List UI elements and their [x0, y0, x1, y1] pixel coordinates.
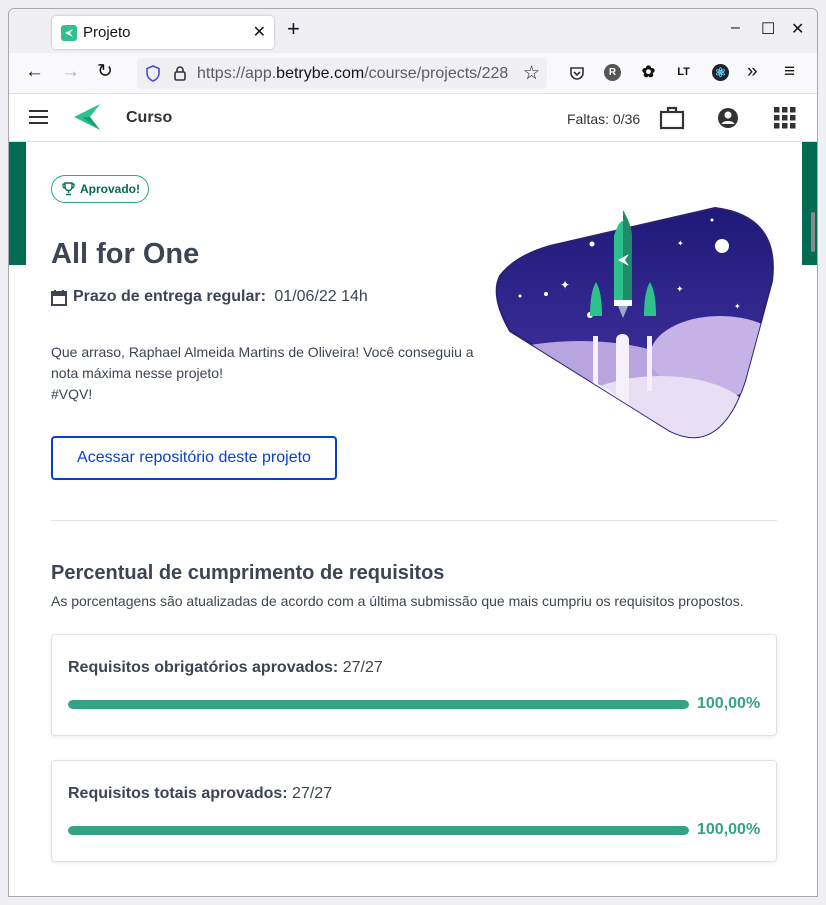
- scrollbar[interactable]: [811, 212, 815, 252]
- congrats-message: Que arraso, Raphael Almeida Martins de O…: [51, 342, 501, 405]
- congrats-text: Que arraso, Raphael Almeida Martins de O…: [51, 344, 474, 381]
- requirements-subtitle: As porcentagens são atualizadas de acord…: [51, 593, 744, 609]
- more-extensions-icon[interactable]: »: [747, 61, 758, 83]
- deadline-label: Prazo de entrega regular:: [73, 288, 266, 305]
- app-header: Curso Faltas: 0/36: [9, 94, 817, 142]
- pocket-icon[interactable]: [569, 65, 585, 81]
- svg-text:✦: ✦: [677, 239, 684, 248]
- trybe-favicon-icon: [61, 25, 77, 41]
- progress-percent: 100,00%: [697, 695, 761, 712]
- user-profile-icon[interactable]: [717, 107, 739, 129]
- progress-bar: [68, 826, 689, 835]
- gnome-extension-icon[interactable]: ✿: [640, 64, 657, 81]
- rocket-illustration: ✦ ✦ ✦ ✦: [495, 206, 774, 439]
- project-title: All for One: [51, 238, 200, 270]
- tab-bar: Projeto ✕ + – ☐ ✕: [9, 9, 817, 53]
- reload-icon[interactable]: ↻: [97, 61, 113, 83]
- url-bar[interactable]: https://app.betrybe.com/course/projects/…: [137, 58, 547, 89]
- trophy-icon: [62, 182, 75, 196]
- maximize-icon[interactable]: ☐: [761, 19, 775, 39]
- close-tab-icon[interactable]: ✕: [253, 22, 266, 42]
- progress-fill: [68, 826, 689, 835]
- trybe-logo-icon[interactable]: [72, 102, 104, 132]
- requirement-label: Requisitos obrigatórios aprovados: 27/27: [68, 659, 383, 676]
- new-tab-icon[interactable]: +: [287, 18, 300, 40]
- minimize-icon[interactable]: –: [731, 19, 740, 37]
- shield-icon: [146, 65, 160, 82]
- app-title: Curso: [126, 109, 173, 126]
- browser-window: Projeto ✕ + – ☐ ✕ ← → ↻ https://app.betr…: [8, 8, 818, 897]
- apps-grid-icon[interactable]: [774, 107, 796, 129]
- bookmark-star-icon[interactable]: ☆: [523, 62, 540, 85]
- svg-text:✦: ✦: [734, 302, 741, 311]
- svg-text:✦: ✦: [560, 278, 570, 292]
- react-devtools-icon[interactable]: ⚛: [712, 64, 729, 81]
- url-text: https://app.betrybe.com/course/projects/…: [197, 65, 509, 82]
- browser-tab[interactable]: Projeto ✕: [52, 16, 274, 49]
- back-icon[interactable]: ←: [25, 61, 44, 83]
- page-content: Curso Faltas: 0/36 Aprovado! All for One…: [9, 94, 817, 896]
- project-card: Aprovado! All for One Prazo de entrega r…: [26, 142, 802, 896]
- progress-percent: 100,00%: [697, 821, 761, 838]
- r-extension-icon[interactable]: R: [604, 64, 621, 81]
- deadline-value: 01/06/22 14h: [274, 288, 368, 305]
- close-window-icon[interactable]: ✕: [791, 19, 804, 39]
- navigation-bar: ← → ↻ https://app.betrybe.com/course/pro…: [9, 53, 817, 94]
- vqv-text: #VQV!: [51, 386, 93, 402]
- svg-text:✦: ✦: [676, 285, 684, 295]
- mandatory-requirements-card: Requisitos obrigatórios aprovados: 27/27…: [51, 634, 777, 736]
- access-repository-button[interactable]: Acessar repositório deste projeto: [51, 436, 337, 480]
- hamburger-menu-icon[interactable]: [29, 110, 48, 128]
- divider: [51, 520, 777, 521]
- faltas-counter: Faltas: 0/36: [567, 111, 641, 127]
- total-requirements-card: Requisitos totais aprovados: 27/27 100,0…: [51, 760, 777, 862]
- menu-icon[interactable]: ≡: [784, 61, 795, 83]
- requirement-label: Requisitos totais aprovados: 27/27: [68, 785, 333, 802]
- deadline: Prazo de entrega regular: 01/06/22 14h: [51, 288, 368, 306]
- lock-icon: [174, 66, 186, 81]
- requirements-title: Percentual de cumprimento de requisitos: [51, 562, 445, 584]
- tab-title: Projeto: [83, 24, 131, 41]
- approved-badge: Aprovado!: [51, 175, 149, 203]
- calendar-icon: [51, 290, 67, 306]
- badge-label: Aprovado!: [80, 182, 140, 196]
- forward-icon[interactable]: →: [61, 61, 80, 83]
- progress-fill: [68, 700, 689, 709]
- briefcase-icon[interactable]: [659, 106, 685, 130]
- languagetool-icon[interactable]: LT: [675, 64, 692, 81]
- progress-bar: [68, 700, 689, 709]
